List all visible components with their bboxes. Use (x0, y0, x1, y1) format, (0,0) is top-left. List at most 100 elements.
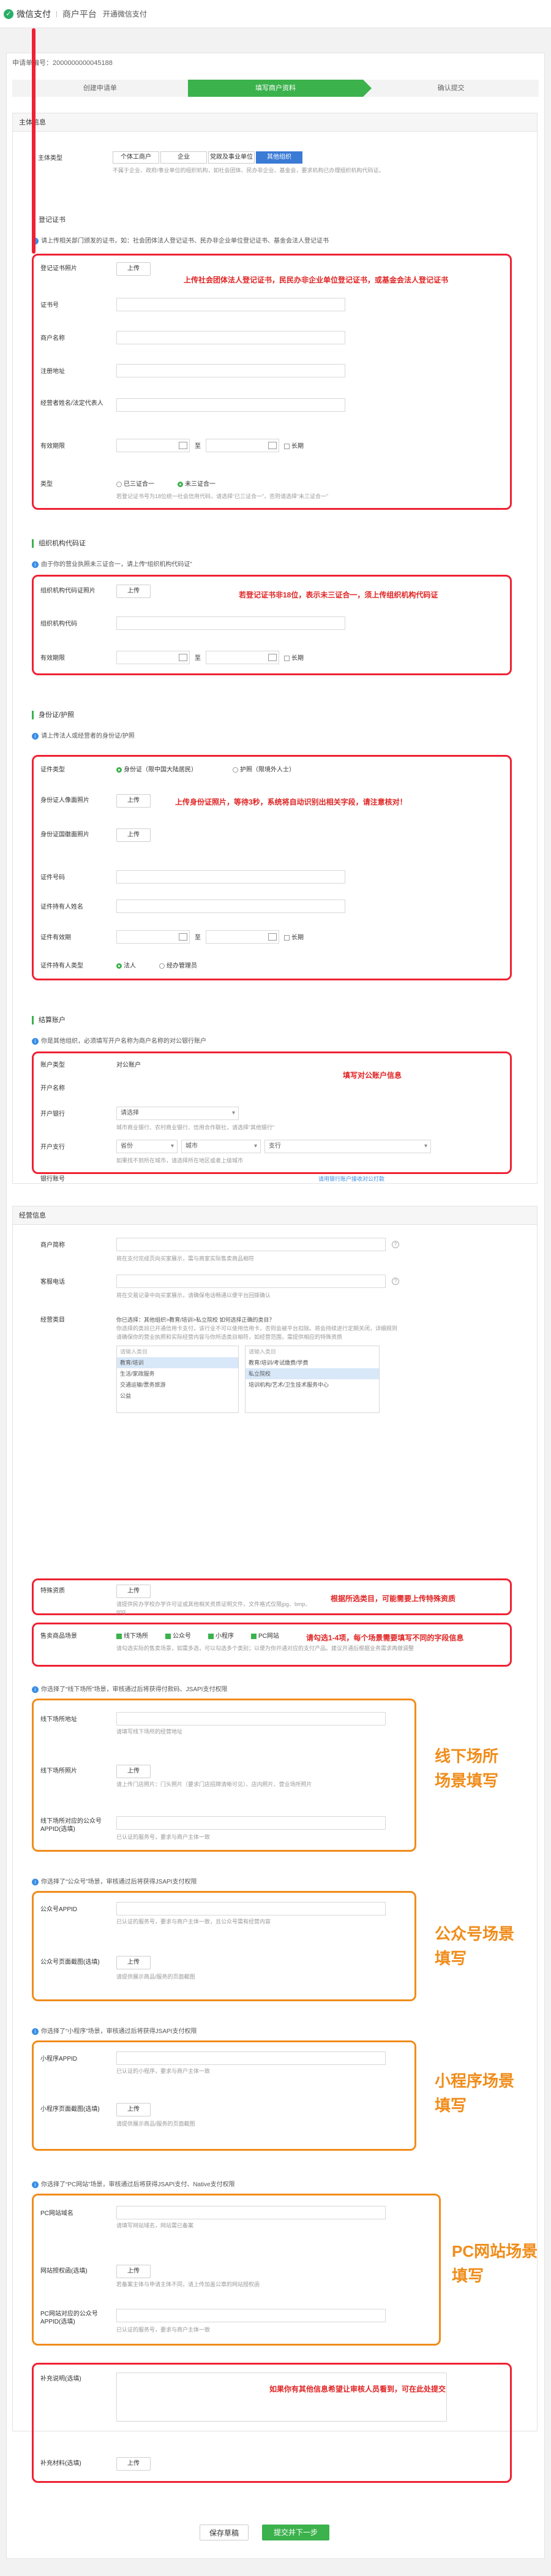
orgcode-upload-button[interactable]: 上传 (116, 585, 151, 598)
scene-mini-checkbox[interactable]: 小程序 (208, 1632, 234, 1640)
mini-appid-hint: 已认证的小程序，要求与商户主体一致 (116, 2068, 211, 2074)
id-type-passport-label: 护照（限境外人士） (240, 767, 295, 773)
short-name-input[interactable] (116, 1238, 386, 1251)
mp-screenshot-label: 公众号页面截图(选填) (40, 1959, 100, 1966)
pc-domain-input[interactable] (116, 2206, 386, 2219)
id-holder-type-label: 证件持有人类型 (40, 963, 83, 969)
type-individual-button[interactable]: 个体工商户 (113, 151, 159, 164)
identity-section-title: 身份证/护照 (32, 711, 74, 719)
offline-appid-input[interactable] (116, 1816, 386, 1830)
category-item[interactable]: 私立院校 (246, 1368, 379, 1379)
id-type-passport-radio[interactable]: 护照（限境外人士） (233, 766, 295, 774)
certificate-number-input[interactable] (116, 298, 345, 311)
category-item[interactable]: 交通运输/票务旅游 (117, 1379, 238, 1390)
offline-appid-label: 线下场所对应的公众号APPID(选填) (40, 1818, 102, 1833)
category-item[interactable]: 公益 (117, 1390, 238, 1401)
scene-annotation: 请勾选1-4项，每个场景需要填写不同的字段信息 (306, 1634, 464, 1642)
id-number-label: 证件号码 (40, 874, 65, 881)
mini-screenshot-label: 小程序页面截图(选填) (40, 2106, 100, 2113)
id-front-label: 身份证人像面照片 (40, 797, 89, 804)
id-number-input[interactable] (116, 870, 345, 884)
mp-appid-input[interactable] (116, 1902, 386, 1915)
orgcode-photo-label: 组织机构代码证照片 (40, 588, 96, 594)
legal-representative-input[interactable] (116, 398, 345, 412)
extra-material-upload-button[interactable]: 上传 (116, 2457, 151, 2471)
short-name-hint: 将在支付完成页向买家展示，需与商家实际售卖商品相符 (116, 1256, 255, 1262)
checkbox-checked-icon (251, 1633, 257, 1639)
mp-annotation: 公众号场景填写 (435, 1925, 515, 1968)
special-qualification-upload-button[interactable]: 上传 (116, 1585, 151, 1598)
long-term-checkbox[interactable]: 长期 (284, 442, 304, 450)
identity-tip: i 请上传法人或经营者的身份证/护照 (32, 730, 135, 740)
submit-next-button[interactable]: 提交并下一步 (262, 2525, 329, 2540)
id-type-idcard-radio[interactable]: 身份证（限中国大陆居民） (116, 766, 197, 774)
calendar-icon[interactable] (268, 654, 277, 661)
category-level1-list[interactable]: 请输入类目 教育/培训 生活/家政服务 交通运输/票务旅游 公益 (116, 1346, 239, 1413)
id-holder-name-input[interactable] (116, 900, 345, 913)
calendar-icon[interactable] (179, 933, 187, 941)
offline-address-input[interactable] (116, 1712, 386, 1726)
help-icon[interactable]: ? (392, 1241, 399, 1248)
offline-photo-upload-button[interactable]: 上传 (116, 1765, 151, 1778)
calendar-icon[interactable] (179, 442, 187, 449)
type-enterprise-button[interactable]: 企业 (160, 151, 207, 164)
orgcode-number-input[interactable] (116, 616, 345, 630)
extra-note-textarea[interactable] (116, 2373, 447, 2422)
not-three-in-one-radio[interactable]: 未三证合一 (178, 480, 216, 488)
offline-photo-hint: 请上传门店照片：门头照片（要求门店招牌清晰可见）、店内照片、营业场所照片 (116, 1781, 312, 1787)
subject-type-label: 主体类型 (38, 155, 62, 162)
category-item[interactable]: 培训机构/艺术/卫生技术服务中心 (246, 1379, 379, 1390)
pc-domain-hint: 请填写网站域名，网站需已备案 (116, 2222, 194, 2229)
help-icon[interactable]: ? (392, 1278, 399, 1285)
category-level2-list[interactable]: 请输入类目 教育/培训/考试缴费/学费 私立院校 培训机构/艺术/卫生技术服务中… (245, 1346, 380, 1413)
logo-text: 微信支付 (17, 9, 51, 19)
pc-auth-letter-upload-button[interactable]: 上传 (116, 2265, 151, 2278)
step-confirm: 确认提交 (363, 80, 539, 97)
category-item[interactable]: 生活/家政服务 (117, 1368, 238, 1379)
registration-validity-label: 有效期限 (40, 443, 65, 450)
mp-screenshot-upload-button[interactable]: 上传 (116, 1956, 151, 1969)
scene-mp-checkbox[interactable]: 公众号 (165, 1632, 191, 1640)
id-type-label: 证件类型 (40, 767, 65, 773)
business-info-title: 经营信息 (13, 1207, 537, 1225)
scene-offline-checkbox[interactable]: 线下场所 (116, 1632, 148, 1640)
info-icon: i (32, 1879, 39, 1885)
pc-auth-letter-hint: 若备案主体与申请主体不同，请上传加盖公章的网站授权函 (116, 2281, 260, 2287)
bank-tip-text: 你是其他组织，必须填写开户名称为商户名称的对公银行账户 (41, 1038, 206, 1045)
account-help-link[interactable]: 请用银行账户接收对公打款 (318, 1175, 384, 1183)
calendar-icon[interactable] (179, 654, 187, 661)
calendar-icon[interactable] (268, 933, 277, 941)
checkbox-icon (284, 443, 290, 449)
id-front-upload-button[interactable]: 上传 (116, 794, 151, 808)
category-item[interactable]: 教育/培训 (117, 1357, 238, 1368)
category-search-input[interactable]: 请输入类目 (246, 1346, 379, 1357)
id-long-term-checkbox[interactable]: 长期 (284, 934, 304, 942)
bank-highlight-spacer (32, 1051, 512, 1184)
identity-tip-text: 请上传法人或经营者的身份证/护照 (41, 733, 135, 740)
type-government-button[interactable]: 党政及事业单位 (208, 151, 255, 164)
scene-pc-checkbox[interactable]: PC网站 (251, 1632, 279, 1640)
save-draft-button[interactable]: 保存草稿 (200, 2525, 249, 2540)
service-phone-input[interactable] (116, 1275, 386, 1288)
wechat-pay-logo[interactable]: ✓ 微信支付 (4, 8, 51, 20)
calendar-icon[interactable] (268, 442, 277, 449)
orgcode-long-term-checkbox[interactable]: 长期 (284, 654, 304, 662)
registration-photo-upload-button[interactable]: 上传 (116, 262, 151, 276)
scene-label: 售卖商品场景 (40, 1633, 77, 1640)
type-other-org-button[interactable]: 其他组织 (256, 151, 302, 164)
three-in-one-radio[interactable]: 已三证合一 (116, 480, 154, 488)
category-search-input[interactable]: 请输入类目 (117, 1346, 238, 1357)
id-back-upload-button[interactable]: 上传 (116, 828, 151, 842)
checkbox-icon (284, 934, 290, 941)
mini-screenshot-upload-button[interactable]: 上传 (116, 2103, 151, 2116)
identity-annotation: 上传身份证照片，等待3秒，系统将自动识别出相关字段，请注意核对！ (175, 798, 407, 806)
offline-tip-text: 你选择了“线下场所”场景，审核通过后将获得付款码、JSAPI支付权限 (41, 1686, 228, 1693)
mini-appid-input[interactable] (116, 2051, 386, 2065)
pc-appid-input[interactable] (116, 2309, 386, 2322)
category-item[interactable]: 教育/培训/考试缴费/学费 (246, 1357, 379, 1368)
progress-steps: 创建申请单 填写商户资料 确认提交 (12, 80, 539, 97)
holder-admin-radio[interactable]: 经办管理员 (159, 962, 197, 970)
merchant-name-input[interactable] (116, 331, 345, 344)
holder-legal-radio[interactable]: 法人 (116, 962, 136, 970)
registered-address-input[interactable] (116, 364, 345, 377)
